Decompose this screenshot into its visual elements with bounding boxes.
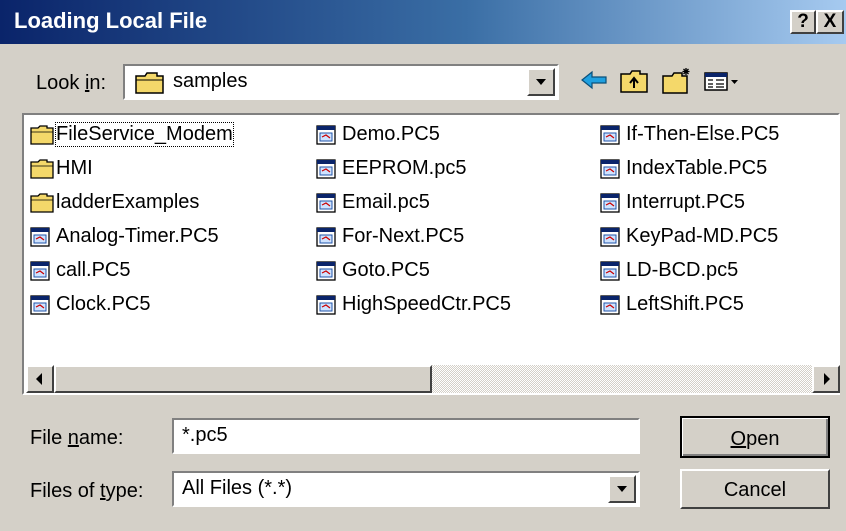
pc5-file-icon: [316, 226, 336, 247]
item-label: IndexTable.PC5: [626, 157, 768, 179]
item-label: call.PC5: [56, 259, 131, 281]
look-in-dropdown-button[interactable]: [527, 68, 555, 96]
horizontal-scrollbar[interactable]: [26, 365, 840, 393]
pc5-file-icon: [316, 294, 336, 315]
folder-icon: [30, 192, 54, 213]
item-label: Demo.PC5: [342, 123, 440, 145]
arrow-right-icon: [824, 373, 830, 385]
file-item[interactable]: Email.pc5: [316, 191, 430, 214]
pc5-file-icon: [30, 226, 50, 247]
scroll-left-button[interactable]: [26, 365, 54, 393]
pc5-file-icon: [600, 226, 620, 247]
file-item[interactable]: Goto.PC5: [316, 259, 430, 282]
file-item[interactable]: IndexTable.PC5: [600, 157, 767, 180]
item-label: LeftShift.PC5: [626, 293, 744, 315]
file-item[interactable]: LeftShift.PC5: [600, 293, 744, 316]
file-type-value: All Files (*.*): [182, 477, 293, 499]
item-label: LD-BCD.pc5: [626, 259, 739, 281]
folder-item[interactable]: ladderExamples: [30, 191, 199, 214]
item-label: Clock.PC5: [56, 293, 151, 315]
new-folder-icon: [662, 68, 690, 94]
folder-icon: [135, 72, 165, 99]
file-item[interactable]: Demo.PC5: [316, 123, 440, 146]
item-label: For-Next.PC5: [342, 225, 465, 247]
item-label: Interrupt.PC5: [626, 191, 745, 213]
item-label: HMI: [56, 157, 93, 179]
view-menu-button[interactable]: [702, 66, 742, 96]
pc5-file-icon: [600, 158, 620, 179]
file-item[interactable]: Clock.PC5: [30, 293, 150, 316]
file-type-dropdown-button[interactable]: [608, 475, 636, 503]
item-label: EEPROM.pc5: [342, 157, 467, 179]
pc5-file-icon: [600, 124, 620, 145]
pc5-file-icon: [316, 260, 336, 281]
item-label: Goto.PC5: [342, 259, 430, 281]
folder-icon: [30, 158, 54, 179]
back-button[interactable]: [578, 66, 612, 96]
look-in-label: Look in:: [36, 72, 107, 94]
chevron-down-icon: [617, 486, 627, 492]
file-name-label: File name:: [30, 427, 124, 449]
file-item[interactable]: LD-BCD.pc5: [600, 259, 738, 282]
file-list[interactable]: FileService_Modem HMI ladderExamples Analog…: [22, 113, 840, 395]
file-item[interactable]: For-Next.PC5: [316, 225, 464, 248]
chevron-down-icon: [536, 79, 546, 85]
up-folder-button[interactable]: [618, 66, 652, 96]
pc5-file-icon: [600, 192, 620, 213]
look-in-combo[interactable]: samples: [123, 64, 559, 100]
item-label: HighSpeedCtr.PC5: [342, 293, 511, 315]
pc5-file-icon: [600, 260, 620, 281]
folder-item[interactable]: HMI: [30, 157, 93, 180]
up-folder-icon: [620, 70, 648, 93]
file-item[interactable]: call.PC5: [30, 259, 130, 282]
new-folder-button[interactable]: [660, 66, 694, 96]
view-menu-icon: [704, 72, 738, 91]
file-item[interactable]: Interrupt.PC5: [600, 191, 745, 214]
file-item[interactable]: KeyPad-MD.PC5: [600, 225, 778, 248]
look-in-value: samples: [173, 70, 248, 92]
cancel-button[interactable]: Cancel: [680, 469, 830, 509]
pc5-file-icon: [316, 124, 336, 145]
pc5-file-icon: [30, 294, 50, 315]
item-label: Email.pc5: [342, 191, 430, 213]
title-bar[interactable]: Loading Local File ? X: [0, 0, 846, 44]
item-label: ladderExamples: [56, 191, 200, 213]
pc5-file-icon: [30, 260, 50, 281]
item-label: If-Then-Else.PC5: [626, 123, 780, 145]
file-name-value: *.pc5: [182, 424, 228, 446]
file-item[interactable]: HighSpeedCtr.PC5: [316, 293, 511, 316]
item-label: Analog-Timer.PC5: [56, 225, 219, 247]
file-item[interactable]: Analog-Timer.PC5: [30, 225, 219, 248]
scroll-right-button[interactable]: [812, 365, 840, 393]
help-button[interactable]: ?: [790, 10, 816, 34]
file-item[interactable]: If-Then-Else.PC5: [600, 123, 779, 146]
cancel-button-label: Cancel: [723, 479, 787, 501]
pc5-file-icon: [600, 294, 620, 315]
back-arrow-icon: [581, 70, 607, 90]
file-item[interactable]: EEPROM.pc5: [316, 157, 466, 180]
file-type-combo[interactable]: All Files (*.*): [172, 471, 640, 507]
scroll-thumb[interactable]: [54, 365, 432, 393]
dialog-window: Loading Local File ? X Look in: samples …: [0, 0, 846, 531]
close-button[interactable]: X: [816, 10, 844, 34]
item-label: KeyPad-MD.PC5: [626, 225, 779, 247]
file-name-input[interactable]: *.pc5: [172, 418, 640, 454]
open-button[interactable]: Open: [680, 416, 830, 458]
item-label: FileService_Modem: [55, 122, 234, 147]
window-title: Loading Local File: [14, 8, 208, 33]
arrow-left-icon: [36, 373, 42, 385]
folder-icon: [30, 124, 54, 145]
file-type-label: Files of type:: [30, 480, 144, 502]
pc5-file-icon: [316, 158, 336, 179]
pc5-file-icon: [316, 192, 336, 213]
folder-item[interactable]: FileService_Modem: [30, 122, 234, 147]
